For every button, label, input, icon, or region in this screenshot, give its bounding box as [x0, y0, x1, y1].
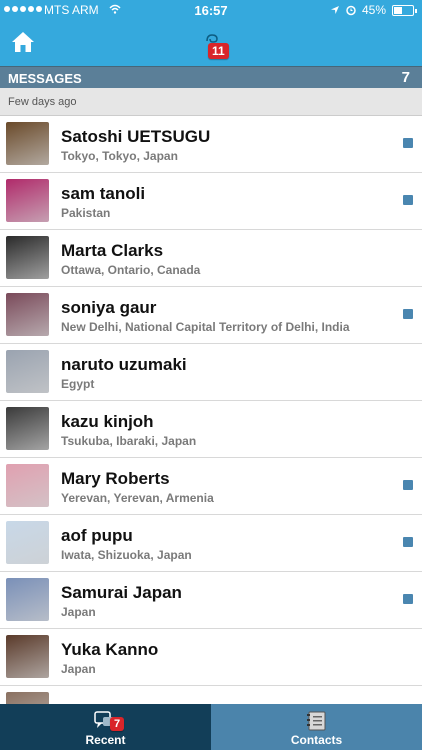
- address-book-icon: [307, 711, 326, 731]
- notification-badge: 11: [208, 43, 229, 59]
- avatar: [6, 350, 49, 393]
- tab-contacts-label: Contacts: [290, 733, 343, 747]
- contact-location: Ottawa, Ontario, Canada: [61, 263, 201, 277]
- contact-name: sam tanoli: [61, 184, 146, 203]
- avatar: [6, 578, 49, 621]
- unread-indicator: [403, 594, 413, 604]
- tab-recent-label: Recent: [85, 733, 126, 747]
- avatar: [6, 464, 49, 507]
- app-logo[interactable]: 11: [198, 33, 232, 61]
- contact-name: Satoshi UETSUGU: [61, 127, 211, 146]
- contact-location: Tsukuba, Ibaraki, Japan: [61, 434, 197, 448]
- contact-location: Tokyo, Tokyo, Japan: [61, 149, 178, 163]
- contact-name: kazu kinjoh: [61, 412, 154, 431]
- contact-name: naruto uzumaki: [61, 355, 187, 374]
- home-icon[interactable]: [10, 30, 36, 54]
- conversation-row[interactable]: sam tanoli Pakistan: [0, 173, 422, 230]
- conversation-row[interactable]: kazu kinjoh Tsukuba, Ibaraki, Japan: [0, 401, 422, 458]
- contact-location: Iwata, Shizuoka, Japan: [61, 548, 192, 562]
- avatar: [6, 521, 49, 564]
- conversation-row[interactable]: Marta Clarks Ottawa, Ontario, Canada: [0, 230, 422, 287]
- section-header: Few days ago: [0, 88, 422, 116]
- contact-name: Marta Clarks: [61, 241, 164, 260]
- tab-recent[interactable]: 7 Recent: [0, 704, 211, 750]
- contact-name: aof pupu: [61, 526, 133, 545]
- avatar: [6, 635, 49, 678]
- location-arrow-icon: [331, 6, 339, 14]
- avatar: [6, 407, 49, 450]
- clock: 16:57: [194, 3, 228, 18]
- avatar: [6, 293, 49, 336]
- contact-name: Mary Roberts: [61, 469, 170, 488]
- avatar: [6, 236, 49, 279]
- unread-indicator: [403, 480, 413, 490]
- messages-title: MESSAGES: [8, 71, 82, 86]
- contact-name: soniya gaur: [61, 298, 157, 317]
- contact-location: Japan: [61, 662, 96, 676]
- avatar: [6, 179, 49, 222]
- battery-icon: [392, 5, 417, 16]
- top-bar: MTS ARM 16:57 45% 11: [0, 0, 422, 66]
- contact-location: New Delhi, National Capital Territory of…: [61, 320, 350, 334]
- battery-percentage: 45%: [362, 3, 387, 17]
- contact-name: Samurai Japan: [61, 583, 182, 602]
- conversation-row[interactable]: Samurai Japan Japan: [0, 572, 422, 629]
- unread-indicator: [403, 138, 413, 148]
- conversation-row[interactable]: soniya gaur New Delhi, National Capital T…: [0, 287, 422, 344]
- conversation-row[interactable]: naruto uzumaki Egypt: [0, 344, 422, 401]
- avatar: [6, 692, 49, 704]
- conversation-row[interactable]: Satoshi UETSUGU Tokyo, Tokyo, Japan: [0, 116, 422, 173]
- alarm-icon: [346, 5, 356, 16]
- contact-location: Egypt: [61, 377, 95, 391]
- unread-indicator: [403, 195, 413, 205]
- conversation-row[interactable]: Mary Roberts Yerevan, Yerevan, Armenia: [0, 458, 422, 515]
- messages-header: MESSAGES 7: [0, 66, 422, 88]
- contact-name: Yuka Kanno: [61, 640, 159, 659]
- status-bar: MTS ARM 16:57 45%: [0, 0, 422, 22]
- contact-location: Pakistan: [61, 206, 111, 220]
- unread-indicator: [403, 537, 413, 547]
- battery-level: [394, 7, 403, 14]
- unread-indicator: [403, 309, 413, 319]
- conversation-list[interactable]: Satoshi UETSUGU Tokyo, Tokyo, Japan sam ta…: [0, 116, 422, 704]
- tab-bar: 7 Recent Contacts: [0, 704, 422, 750]
- section-label: Few days ago: [8, 96, 77, 108]
- tab-contacts[interactable]: Contacts: [211, 704, 422, 750]
- conversation-row[interactable]: aof pupu Iwata, Shizuoka, Japan: [0, 515, 422, 572]
- avatar: [6, 122, 49, 165]
- recent-badge: 7: [110, 717, 125, 731]
- contact-location: Yerevan, Yerevan, Armenia: [61, 491, 214, 505]
- contact-location: Japan: [61, 605, 96, 619]
- conversation-row[interactable]: [0, 686, 422, 704]
- messages-count: 7: [401, 69, 410, 86]
- conversation-row[interactable]: Yuka Kanno Japan: [0, 629, 422, 686]
